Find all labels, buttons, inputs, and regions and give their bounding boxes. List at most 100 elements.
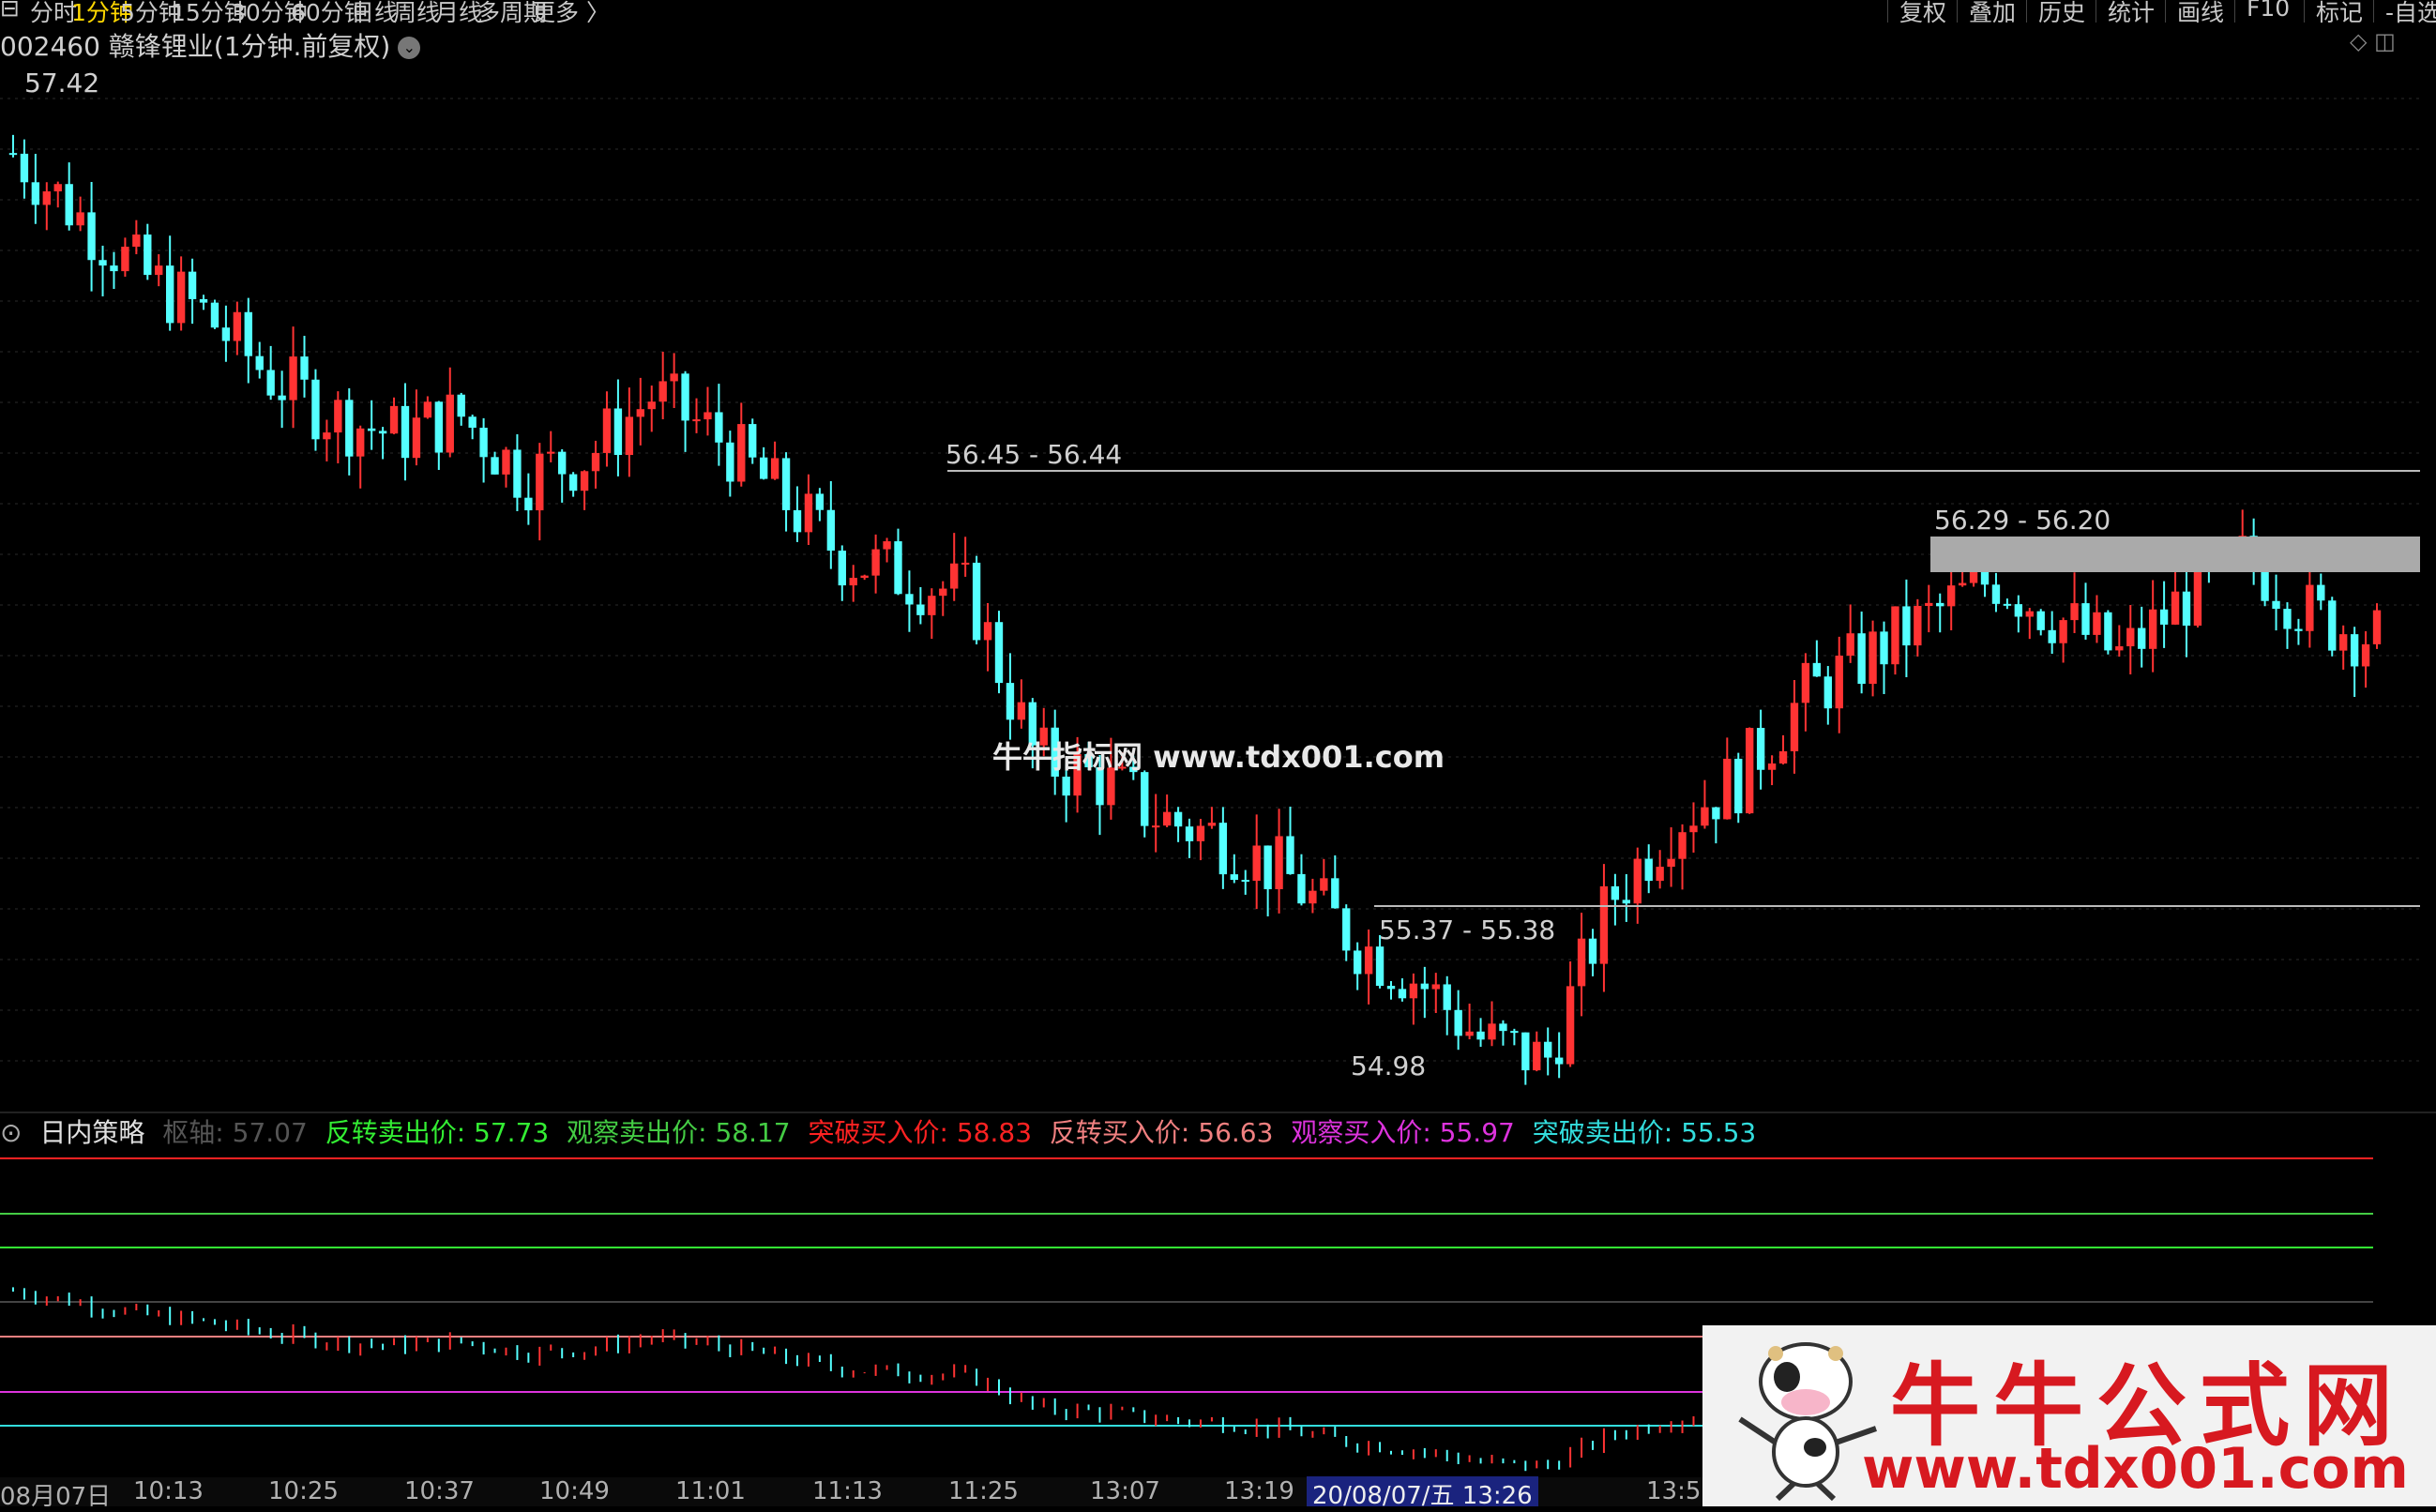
candle-body — [1577, 938, 1586, 987]
candle-body — [2081, 603, 2090, 635]
candle-body — [155, 265, 163, 276]
candle-body — [1443, 984, 1451, 1010]
candle-body — [568, 474, 578, 491]
candle-body — [1218, 823, 1228, 875]
candle-body — [580, 471, 589, 491]
candle-body — [1790, 703, 1799, 751]
candle-body — [1252, 845, 1261, 882]
indicator-name[interactable]: 日内策略 — [39, 1117, 144, 1148]
candle-body — [1241, 880, 1249, 883]
pivot-label: 枢轴: 57.07 — [162, 1117, 308, 1148]
indicator-value: 突破买入价: 58.83 — [808, 1117, 1033, 1148]
candle-body — [681, 373, 689, 421]
candle-body — [121, 247, 129, 272]
candle-body — [1566, 986, 1575, 1065]
candle-body — [31, 182, 40, 205]
candle-body — [1533, 1041, 1541, 1071]
candle-body — [1812, 662, 1822, 677]
candle-body — [1353, 950, 1362, 975]
time-label: 10:49 — [539, 1477, 610, 1505]
candle-body — [781, 458, 791, 510]
candle-body — [591, 452, 600, 472]
candle-body — [524, 497, 533, 511]
candle-body — [1431, 984, 1440, 990]
candle-body — [1375, 946, 1384, 987]
candle-body — [860, 575, 869, 579]
candle-body — [266, 370, 275, 396]
candle-body — [188, 271, 197, 299]
range-label-1: 56.45 - 56.44 — [946, 439, 1123, 470]
candle-body — [815, 493, 825, 510]
candle-body — [1420, 983, 1430, 990]
candle-body — [2104, 612, 2112, 651]
candle-body — [1476, 1031, 1485, 1040]
candle-body — [793, 509, 802, 533]
candle-body — [826, 509, 836, 552]
candle-body — [323, 432, 331, 440]
candle-body — [491, 457, 499, 475]
candle-body — [2003, 603, 2012, 606]
candle-body — [53, 184, 62, 192]
candle-body — [613, 408, 623, 456]
candle-body — [300, 356, 309, 380]
candle-body — [950, 563, 959, 589]
candle-body — [389, 405, 399, 434]
candle-body — [1880, 631, 1888, 665]
time-label: 08月07日 — [0, 1483, 112, 1511]
candle-body — [849, 578, 857, 586]
candle-body — [1152, 825, 1160, 828]
candle-body — [1544, 1041, 1552, 1058]
candle-body — [658, 381, 667, 402]
candle-body — [1173, 811, 1183, 827]
candle-body — [2182, 591, 2191, 627]
candle-body — [1207, 823, 1217, 826]
collapse-icon[interactable]: ⊙ — [0, 1117, 22, 1148]
candle-body — [883, 541, 891, 550]
price-zone — [1930, 537, 2420, 572]
candle-body — [401, 405, 410, 459]
candle-body — [334, 400, 342, 433]
candle-body — [1342, 908, 1351, 951]
high-price-label: 57.42 — [24, 68, 100, 98]
candle-body — [1891, 606, 1899, 665]
candle-body — [2294, 628, 2303, 631]
candle-body — [715, 412, 723, 443]
candle-body — [1991, 584, 2001, 604]
candle-body — [1958, 582, 1967, 586]
candle-body — [2159, 609, 2169, 625]
candle-body — [165, 265, 174, 324]
candle-body — [928, 596, 936, 615]
candle-body — [2070, 603, 2079, 621]
candle-body — [2126, 627, 2135, 647]
candle-body — [2093, 612, 2101, 635]
candle-body — [1521, 1032, 1530, 1071]
candle-body — [916, 604, 925, 615]
candle-body — [1857, 633, 1866, 685]
candle-body — [1588, 938, 1597, 964]
time-label: 13:07 — [1090, 1477, 1160, 1505]
candle-body — [1689, 825, 1698, 833]
indicator-value: 观察卖出价: 58.17 — [567, 1117, 791, 1148]
candle-body — [1185, 826, 1194, 841]
candle-body — [2283, 609, 2292, 629]
candle-body — [502, 449, 510, 475]
candle-body — [1331, 878, 1339, 909]
candle-body — [1701, 807, 1709, 826]
candle-body — [804, 493, 813, 533]
candle-body — [1746, 728, 1754, 814]
candle-body — [8, 153, 18, 156]
candle-body — [1756, 728, 1765, 770]
candle-body — [1778, 750, 1788, 764]
candle-body — [1230, 874, 1238, 881]
brand-logo: 牛牛公式网 www.tdx001.com — [1702, 1325, 2436, 1506]
candle-body — [692, 419, 701, 422]
candle-body — [625, 416, 634, 456]
candle-body — [110, 265, 118, 272]
candle-body — [1622, 900, 1631, 904]
candle-body — [2171, 591, 2180, 625]
candle-body — [378, 431, 387, 434]
candle-body — [2014, 604, 2023, 617]
candle-body — [42, 191, 51, 205]
candle-body — [1017, 702, 1026, 720]
candle-body — [1869, 631, 1877, 685]
